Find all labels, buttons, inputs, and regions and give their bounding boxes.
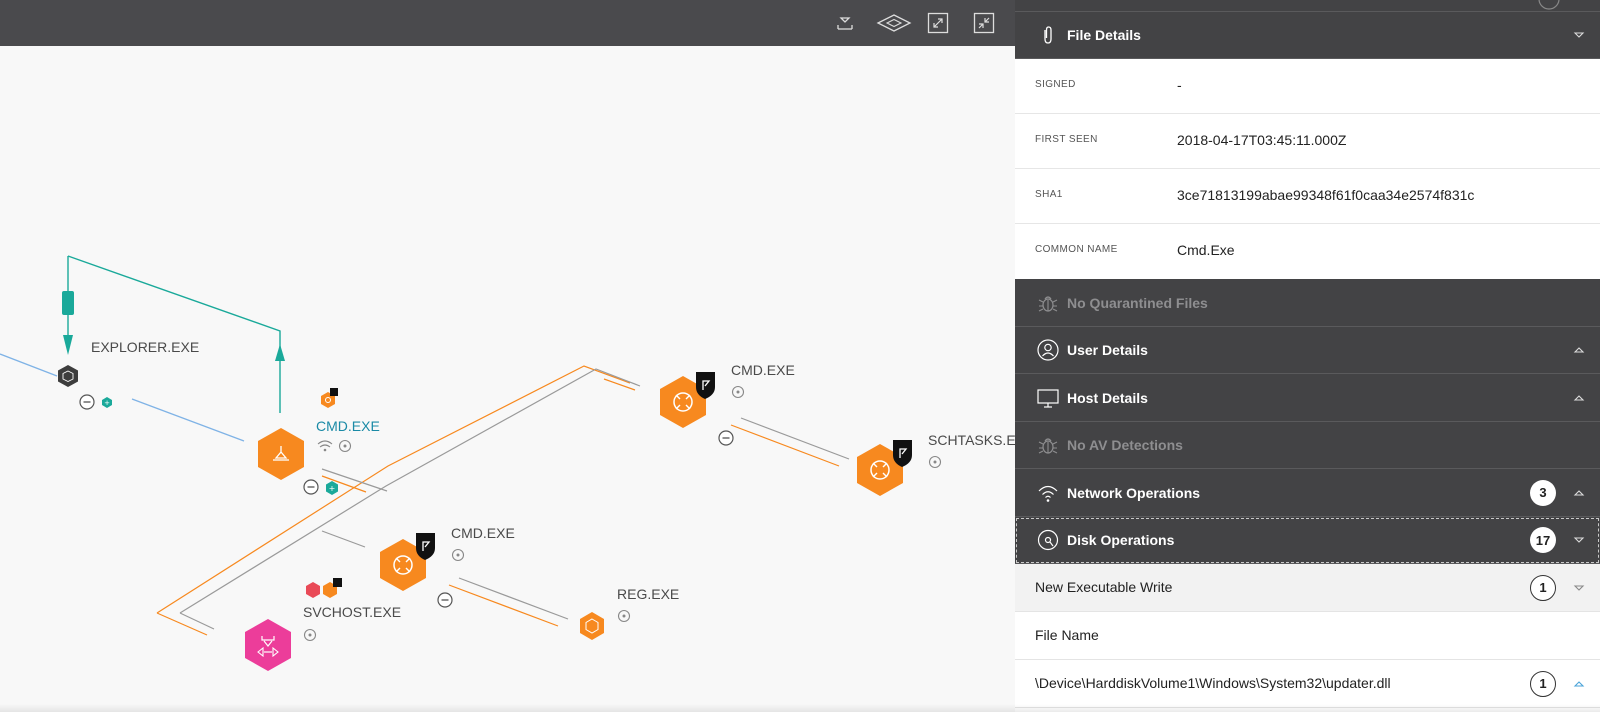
detail-key: COMMON NAME xyxy=(1035,244,1118,255)
node-schtasks[interactable]: SCHTASKS.E xyxy=(857,432,1015,496)
svg-text:+: + xyxy=(104,399,110,407)
section-title-file-details: File Details xyxy=(1067,27,1141,43)
section-title-quarantined: No Quarantined Files xyxy=(1067,294,1208,311)
count-badge: 1 xyxy=(1530,670,1556,697)
node-label-svchost: SVCHOST.EXE xyxy=(303,604,401,620)
svg-text:+: + xyxy=(329,484,336,493)
layers-icon[interactable] xyxy=(874,9,914,37)
section-title-av: No AV Detections xyxy=(1067,437,1183,453)
detail-value: Cmd.Exe xyxy=(1177,242,1235,258)
detail-key: FIRST SEEN xyxy=(1035,134,1098,145)
disk-category-row[interactable]: New Executable Write 1 xyxy=(1015,564,1600,612)
chevron-up-icon[interactable] xyxy=(1572,486,1586,500)
monitor-icon xyxy=(1035,385,1061,411)
node-explorer[interactable]: EXPLORER.EXE + xyxy=(58,339,199,410)
wifi-icon xyxy=(1035,480,1061,506)
disk-category-label: New Executable Write xyxy=(1035,579,1173,595)
detail-value: 3ce71813199abae99348f61f0caa34e2574f831c xyxy=(1177,187,1475,203)
details-panel: File Details SIGNED - FIRST SEEN 2018-04… xyxy=(1015,0,1600,712)
detail-row-first-seen: FIRST SEEN 2018-04-17T03:45:11.000Z xyxy=(1015,114,1600,169)
detail-key: SHA1 xyxy=(1035,189,1063,200)
spawn-loop-connector xyxy=(62,255,285,413)
download-icon[interactable] xyxy=(831,9,859,37)
section-av-detections: No AV Detections xyxy=(1015,422,1600,469)
file-details-list: SIGNED - FIRST SEEN 2018-04-17T03:45:11.… xyxy=(1015,59,1600,279)
detail-value: 2018-04-17T03:45:11.000Z xyxy=(1177,132,1347,148)
detail-row-signed: SIGNED - xyxy=(1015,59,1600,114)
node-cmd-top[interactable]: CMD.EXE xyxy=(660,362,795,446)
section-title-disk: Disk Operations xyxy=(1067,532,1175,548)
chevron-down-icon[interactable] xyxy=(1572,533,1586,547)
detail-value: - xyxy=(1177,77,1182,93)
node-label-cmd-main: CMD.EXE xyxy=(316,418,380,434)
detail-key: SIGNED xyxy=(1035,79,1076,90)
node-label-explorer: EXPLORER.EXE xyxy=(91,339,199,355)
chevron-down-icon[interactable] xyxy=(1572,581,1586,595)
file-path: \Device\HarddiskVolume1\Windows\System32… xyxy=(1035,675,1391,691)
node-reg[interactable]: REG.EXE xyxy=(580,586,679,640)
process-graph[interactable]: EXPLORER.EXE + CMD.EXE + CMD.EXE SCHTASK… xyxy=(0,0,1015,712)
detail-row-sha1: SHA1 3ce71813199abae99348f61f0caa34e2574… xyxy=(1015,169,1600,224)
node-svchost[interactable]: SVCHOST.EXE xyxy=(245,578,401,671)
user-icon xyxy=(1035,337,1061,363)
graph-toolbar xyxy=(0,0,1015,46)
chevron-down-icon[interactable] xyxy=(1572,28,1586,42)
chevron-up-icon[interactable] xyxy=(1572,391,1586,405)
collapsed-section-top xyxy=(1015,0,1600,12)
count-badge: 3 xyxy=(1530,479,1556,506)
paperclip-icon xyxy=(1035,22,1061,48)
section-host-details[interactable]: Host Details xyxy=(1015,374,1600,422)
node-label-cmd-top: CMD.EXE xyxy=(731,362,795,378)
graph-canvas[interactable]: EXPLORER.EXE + CMD.EXE + CMD.EXE SCHTASK… xyxy=(0,46,1015,712)
node-cmd-main[interactable]: CMD.EXE + xyxy=(258,388,380,495)
wifi-icon xyxy=(317,440,333,452)
file-name-header: File Name xyxy=(1015,612,1600,660)
count-badge: 1 xyxy=(1530,574,1556,601)
column-header: File Name xyxy=(1035,627,1099,643)
section-user-details[interactable]: User Details xyxy=(1015,327,1600,374)
section-network-operations[interactable]: Network Operations 3 xyxy=(1015,469,1600,517)
node-cmd-bottom[interactable]: CMD.EXE xyxy=(380,525,515,608)
section-disk-operations[interactable]: Disk Operations 17 xyxy=(1015,517,1600,564)
network-edges xyxy=(0,353,245,442)
node-label-reg: REG.EXE xyxy=(617,586,679,602)
section-title-host: Host Details xyxy=(1067,389,1148,406)
expand-icon[interactable] xyxy=(924,9,952,37)
collapse-icon[interactable] xyxy=(970,9,998,37)
section-title-user: User Details xyxy=(1067,342,1148,358)
process-edges xyxy=(156,365,850,636)
bug-icon xyxy=(1035,432,1061,458)
section-file-details[interactable]: File Details xyxy=(1015,12,1600,59)
file-path-row[interactable]: \Device\HarddiskVolume1\Windows\System32… xyxy=(1015,660,1600,708)
chevron-up-icon[interactable] xyxy=(1572,677,1586,691)
chevron-up-icon[interactable] xyxy=(1572,343,1586,357)
node-label-schtasks: SCHTASKS.E xyxy=(928,432,1015,448)
count-badge: 17 xyxy=(1530,527,1556,553)
bug-icon xyxy=(1035,290,1061,316)
section-quarantined-files: No Quarantined Files xyxy=(1015,279,1600,327)
disk-icon xyxy=(1035,527,1061,553)
section-title-network: Network Operations xyxy=(1067,484,1201,501)
detail-row-common-name: COMMON NAME Cmd.Exe xyxy=(1015,224,1600,279)
node-label-cmd-bottom: CMD.EXE xyxy=(451,525,515,541)
disk-icon xyxy=(338,439,352,453)
